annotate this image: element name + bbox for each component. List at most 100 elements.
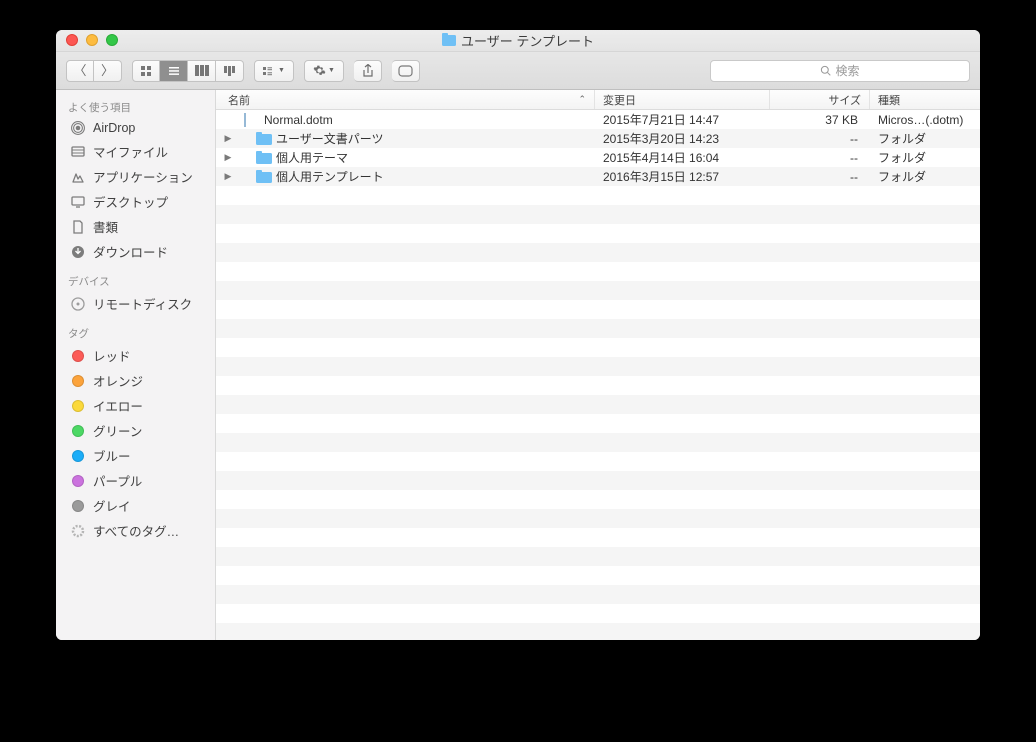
sidebar-item-label: グレイ [93,496,131,515]
minimize-icon[interactable] [86,34,98,46]
column-name[interactable]: 名前⌃ [216,90,595,109]
sidebar-item-downloads[interactable]: ダウンロード [56,239,215,264]
applications-icon [70,169,86,185]
coverflow-icon [224,66,235,76]
file-date: 2015年7月21日 14:47 [595,111,770,128]
sidebar-item-label: グリーン [93,421,142,440]
file-date: 2016年3月15日 12:57 [595,168,770,185]
column-size[interactable]: サイズ [770,90,870,109]
sidebar-tag-オレンジ[interactable]: オレンジ [56,368,215,393]
airdrop-icon [70,120,86,136]
file-size: -- [770,151,870,165]
close-icon[interactable] [66,34,78,46]
file-name: Normal.dotm [264,113,333,127]
tag-dot-icon [72,400,84,412]
finder-window: ユーザー テンプレート 〈 〉 ▼ [56,30,980,640]
share-button[interactable] [354,60,382,82]
sidebar-item-label: レッド [93,346,131,365]
sidebar-tag-グレイ[interactable]: グレイ [56,493,215,518]
forward-button[interactable]: 〉 [94,60,122,82]
document-icon [244,113,260,126]
sidebar-tag-イエロー[interactable]: イエロー [56,393,215,418]
file-size: 37 KB [770,113,870,127]
coverflow-view-button[interactable] [216,60,244,82]
chevron-right-icon: 〉 [101,64,114,77]
sidebar-item-applications[interactable]: アプリケーション [56,164,215,189]
sidebar-item-label: リモートディスク [93,294,192,313]
sidebar-item-label: パープル [93,471,142,490]
action-button[interactable]: ▼ [304,60,344,82]
column-view-button[interactable] [188,60,216,82]
disclosure-triangle-icon[interactable]: ▶ [222,171,234,182]
downloads-icon [70,244,86,260]
tags-button[interactable] [392,60,420,82]
sidebar-item-label: オレンジ [93,371,143,390]
tag-icon [398,65,414,77]
file-name: 個人用テンプレート [276,168,384,185]
file-date: 2015年3月20日 14:23 [595,130,770,147]
sidebar-item-label: AirDrop [93,121,135,135]
folder-icon [442,35,456,46]
file-name: 個人用テーマ [276,149,348,166]
sidebar-item-all-tags[interactable]: すべてのタグ… [56,518,215,543]
sidebar-item-desktop[interactable]: デスクトップ [56,189,215,214]
sidebar-item-myfiles[interactable]: マイファイル [56,139,215,164]
desktop-icon [70,194,86,210]
table-row[interactable]: ▶ユーザー文書パーツ2015年3月20日 14:23--フォルダ [216,129,980,148]
file-kind: フォルダ [870,149,980,166]
sidebar-tag-ブルー[interactable]: ブルー [56,443,215,468]
search-input[interactable]: 検索 [710,60,970,82]
column-date[interactable]: 変更日 [595,90,770,109]
sort-asc-icon: ⌃ [578,94,586,105]
sidebar-tag-パープル[interactable]: パープル [56,468,215,493]
table-row[interactable]: ▶ 個人用テーマ 2015年4月14日 16:04--フォルダ [216,148,980,167]
disclosure-triangle-icon[interactable]: ▶ [222,152,234,163]
chevron-down-icon: ▼ [328,67,335,74]
list-view-button[interactable] [160,60,188,82]
view-group [132,60,244,82]
column-kind[interactable]: 種類 [870,90,980,109]
tags-header: タグ [56,322,215,343]
sidebar-item-label: アプリケーション [93,167,193,186]
column-headers: 名前⌃ 変更日 サイズ 種類 [216,90,980,110]
tag-dot-icon [72,350,84,362]
list-view-icon [168,65,180,77]
sidebar-item-documents[interactable]: 書類 [56,214,215,239]
sidebar-item-label: すべてのタグ… [93,521,179,540]
sidebar: よく使う項目 AirDropマイファイルアプリケーションデスクトップ書類ダウンロ… [56,90,216,640]
nav-group: 〈 〉 [66,60,122,82]
arrange-group: ▼ [254,60,294,82]
tag-dot-icon [72,475,84,487]
sidebar-item-label: デスクトップ [93,192,168,211]
sidebar-item-remotedisc[interactable]: リモートディスク [56,291,215,316]
gear-icon [313,64,326,77]
search-placeholder: 検索 [835,62,859,79]
tag-dot-icon [72,425,84,437]
sidebar-tag-レッド[interactable]: レッド [56,343,215,368]
sidebar-item-label: ブルー [93,446,131,465]
table-row[interactable]: Normal.dotm2015年7月21日 14:4737 KBMicros…(… [216,110,980,129]
file-size: -- [770,170,870,184]
file-date: 2015年4月14日 16:04 [595,149,770,166]
sidebar-tag-グリーン[interactable]: グリーン [56,418,215,443]
file-kind: フォルダ [870,130,980,147]
arrange-button[interactable]: ▼ [254,60,294,82]
arrange-icon [263,66,276,76]
zoom-icon[interactable] [106,34,118,46]
table-row[interactable]: ▶ 個人用テンプレート 2016年3月15日 12:57--フォルダ [216,167,980,186]
tag-dot-icon [72,375,84,387]
titlebar[interactable]: ユーザー テンプレート [56,30,980,52]
file-kind: フォルダ [870,168,980,185]
toolbar: 〈 〉 ▼ ▼ [56,52,980,90]
sidebar-item-label: 書類 [93,217,118,236]
sidebar-item-label: イエロー [93,396,143,415]
file-name: ユーザー文書パーツ [276,130,384,147]
window-title: ユーザー テンプレート [442,31,594,50]
file-list: 名前⌃ 変更日 サイズ 種類 Normal.dotm 2015年7月21日 14:… [216,90,980,640]
chevron-down-icon: ▼ [278,67,285,74]
disclosure-triangle-icon[interactable]: ▶ [222,133,234,144]
icon-view-icon [140,65,152,77]
sidebar-item-airdrop[interactable]: AirDrop [56,117,215,139]
back-button[interactable]: 〈 [66,60,94,82]
icon-view-button[interactable] [132,60,160,82]
